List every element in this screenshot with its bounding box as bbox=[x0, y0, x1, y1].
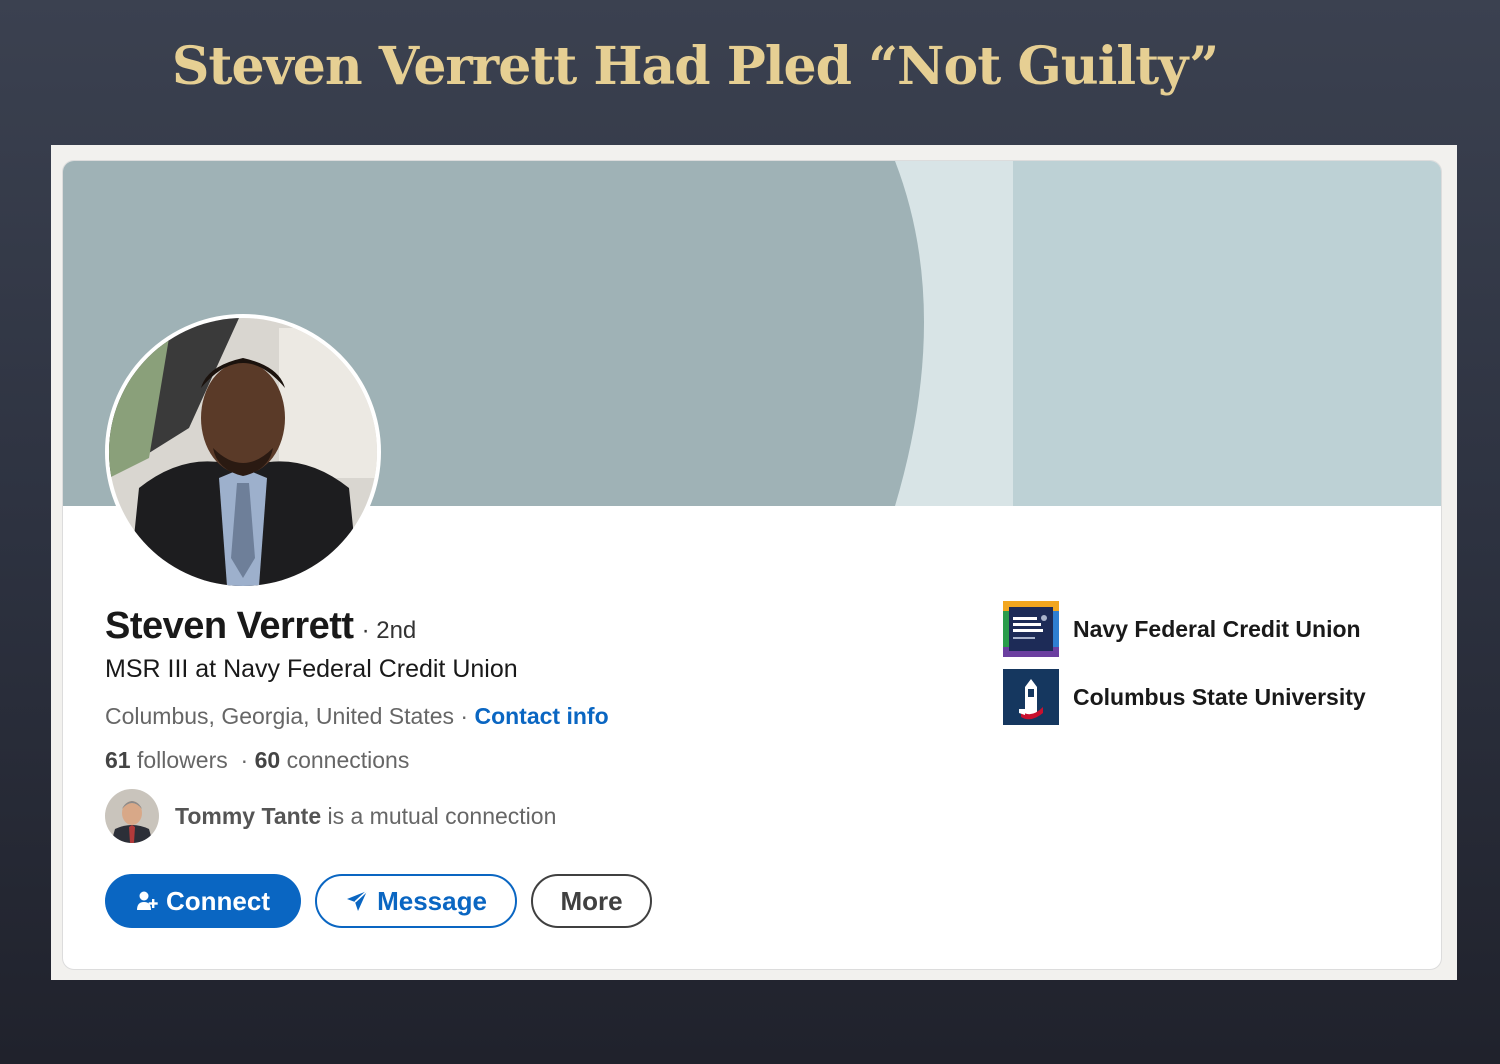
profile-location: Columbus, Georgia, United States bbox=[105, 703, 455, 729]
profile-actions: Connect Message More bbox=[105, 874, 652, 928]
columbus-state-logo bbox=[1003, 669, 1059, 725]
followers-link[interactable]: 61 followers bbox=[105, 747, 228, 773]
org-name: Columbus State University bbox=[1073, 683, 1366, 710]
profile-photo[interactable] bbox=[105, 314, 381, 590]
contact-info-link[interactable]: Contact info bbox=[474, 703, 608, 729]
org-navy-federal[interactable]: Navy Federal Credit Union bbox=[1003, 601, 1366, 657]
name-row: Steven Verrett · 2nd bbox=[105, 605, 416, 648]
location-separator: · bbox=[454, 703, 475, 729]
followers-label: followers bbox=[130, 747, 228, 773]
mutual-connection-avatar bbox=[105, 789, 159, 843]
more-button-label: More bbox=[560, 885, 623, 916]
network-stats: 61 followers · 60 connections bbox=[105, 747, 409, 774]
profile-card: Steven Verrett · 2nd MSR III at Navy Fed… bbox=[62, 160, 1442, 970]
connect-button[interactable]: Connect bbox=[105, 874, 301, 928]
message-button-label: Message bbox=[377, 885, 487, 916]
connections-count: 60 bbox=[254, 747, 281, 773]
add-person-icon bbox=[136, 890, 158, 912]
send-icon bbox=[345, 889, 369, 913]
navy-federal-logo bbox=[1003, 601, 1059, 657]
org-columbus-state[interactable]: Columbus State University bbox=[1003, 669, 1366, 725]
mutual-connection-name: Tommy Tante bbox=[175, 802, 322, 829]
slide-title: Steven Verrett Had Pled “Not Guilty” bbox=[171, 36, 1219, 97]
connections-link[interactable]: 60 connections bbox=[255, 747, 410, 773]
message-button[interactable]: Message bbox=[315, 874, 517, 928]
stats-separator: · bbox=[234, 747, 255, 773]
profile-headline: MSR III at Navy Federal Credit Union bbox=[105, 655, 518, 683]
org-name: Navy Federal Credit Union bbox=[1073, 615, 1361, 642]
followers-count: 61 bbox=[105, 747, 131, 773]
mutual-connection-suffix: is a mutual connection bbox=[321, 802, 557, 829]
experience-education-list: Navy Federal Credit Union Columbus State… bbox=[1003, 601, 1366, 737]
more-button[interactable]: More bbox=[531, 874, 652, 928]
profile-name: Steven Verrett bbox=[105, 605, 354, 647]
mutual-connection[interactable]: Tommy Tante is a mutual connection bbox=[105, 789, 556, 843]
location-row: Columbus, Georgia, United States · Conta… bbox=[105, 703, 609, 730]
connection-degree: · 2nd bbox=[361, 617, 417, 644]
connect-button-label: Connect bbox=[166, 885, 270, 916]
mutual-connection-text: Tommy Tante is a mutual connection bbox=[175, 803, 556, 830]
screenshot-frame: Steven Verrett · 2nd MSR III at Navy Fed… bbox=[51, 145, 1457, 980]
connections-label: connections bbox=[280, 747, 410, 773]
